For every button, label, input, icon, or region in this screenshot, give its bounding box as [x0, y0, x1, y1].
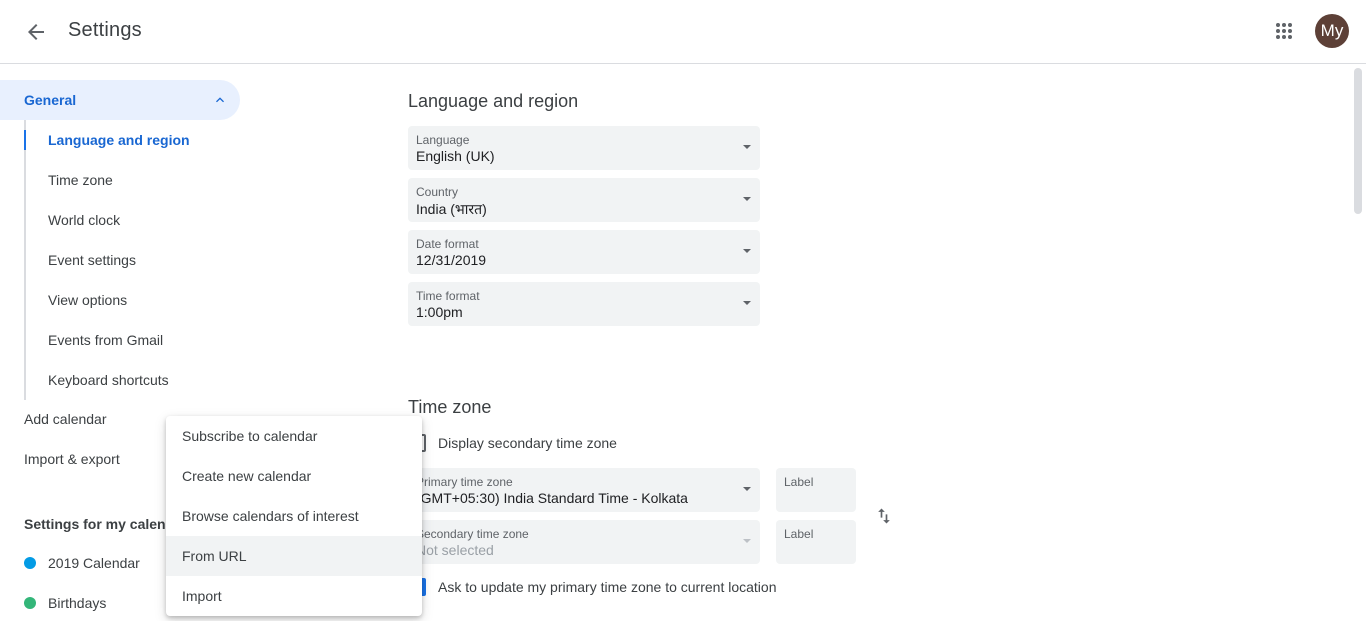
language-select[interactable]: Language English (UK) [408, 126, 760, 170]
dropdown-arrow-icon [743, 249, 751, 253]
subnav-time-zone[interactable]: Time zone [26, 160, 240, 200]
section-title-time-zone: Time zone [408, 397, 492, 417]
section-title-language-region: Language and region [408, 91, 579, 111]
field-value: 1:00pm [416, 304, 463, 320]
calendar-color-dot [24, 597, 36, 609]
field-value: English (UK) [416, 148, 495, 164]
swap-vertical-icon [878, 508, 890, 524]
back-button[interactable] [16, 12, 56, 52]
subnav-event-settings[interactable]: Event settings [26, 240, 240, 280]
field-value: India (भारत) [416, 201, 487, 217]
my-calendars-heading: Settings for my calendars [24, 516, 166, 532]
scrollbar-thumb[interactable] [1354, 68, 1362, 214]
field-value: (GMT+05:30) India Standard Time - Kolkat… [416, 490, 688, 506]
field-label: Time format [416, 289, 480, 303]
time-format-select[interactable]: Time format 1:00pm [408, 282, 760, 326]
field-label: Secondary time zone [416, 527, 529, 541]
ask-update-label: Ask to update my primary time zone to cu… [438, 579, 777, 595]
dropdown-arrow-icon [743, 487, 751, 491]
primary-time-zone-select[interactable]: Primary time zone (GMT+05:30) India Stan… [408, 468, 760, 512]
dropdown-arrow-icon [743, 301, 751, 305]
apps-grid-icon [1276, 23, 1292, 39]
calendar-label: Birthdays [48, 595, 107, 611]
field-label: Country [416, 185, 459, 199]
country-select[interactable]: Country India (भारत) [408, 178, 760, 222]
nav-add-calendar[interactable]: Add calendar [24, 411, 107, 427]
menu-item-import[interactable]: Import [166, 576, 422, 616]
calendar-label: 2019 Calendar [48, 555, 140, 571]
display-secondary-label: Display secondary time zone [438, 435, 617, 451]
calendar-color-dot [24, 557, 36, 569]
field-label: Primary time zone [416, 475, 513, 489]
menu-item-subscribe[interactable]: Subscribe to calendar [166, 416, 422, 456]
subnav-keyboard-shortcuts[interactable]: Keyboard shortcuts [26, 360, 240, 400]
chevron-up-icon [216, 97, 224, 103]
swap-time-zones-button[interactable] [868, 500, 900, 532]
menu-item-from-url[interactable]: From URL [166, 536, 422, 576]
general-subnav: Language and region Time zone World cloc… [24, 120, 240, 400]
ask-update-row: Ask to update my primary time zone to cu… [408, 578, 776, 596]
page-title: Settings [68, 19, 142, 41]
subnav-view-options[interactable]: View options [26, 280, 240, 320]
display-secondary-row: Display secondary time zone [408, 434, 617, 452]
dropdown-arrow-icon [743, 197, 751, 201]
field-value: Not selected [416, 542, 494, 558]
subnav-events-from-gmail[interactable]: Events from Gmail [26, 320, 240, 360]
add-calendar-menu: Subscribe to calendar Create new calenda… [166, 416, 422, 616]
field-label: Language [416, 133, 470, 147]
subnav-language-region[interactable]: Language and region [24, 120, 240, 160]
nav-general[interactable]: General [0, 80, 240, 120]
settings-main: Language and region Language English (UK… [380, 64, 1350, 621]
subnav-world-clock[interactable]: World clock [26, 200, 240, 240]
nav-import-export[interactable]: Import & export [24, 451, 120, 467]
calendar-item[interactable]: 2019 Calendar [24, 555, 140, 571]
dropdown-arrow-icon [743, 539, 751, 543]
arrow-back-icon [28, 24, 44, 40]
primary-label-input[interactable]: Label [776, 468, 856, 512]
dropdown-arrow-icon [743, 145, 751, 149]
nav-general-label: General [24, 92, 77, 108]
field-label: Date format [416, 237, 479, 251]
field-placeholder: Label [784, 475, 814, 489]
date-format-select[interactable]: Date format 12/31/2019 [408, 230, 760, 274]
secondary-time-zone-select[interactable]: Secondary time zone Not selected [408, 520, 760, 564]
app-header: Settings My [0, 0, 1366, 64]
calendar-item[interactable]: Birthdays [24, 595, 106, 611]
account-avatar[interactable]: My [1315, 14, 1349, 48]
field-value: 12/31/2019 [416, 252, 487, 268]
menu-item-create-new[interactable]: Create new calendar [166, 456, 422, 496]
google-apps-button[interactable] [1264, 11, 1304, 51]
menu-item-browse[interactable]: Browse calendars of interest [166, 496, 422, 536]
secondary-label-input[interactable]: Label [776, 520, 856, 564]
page-scrollbar[interactable] [1350, 64, 1366, 621]
field-placeholder: Label [784, 527, 814, 541]
